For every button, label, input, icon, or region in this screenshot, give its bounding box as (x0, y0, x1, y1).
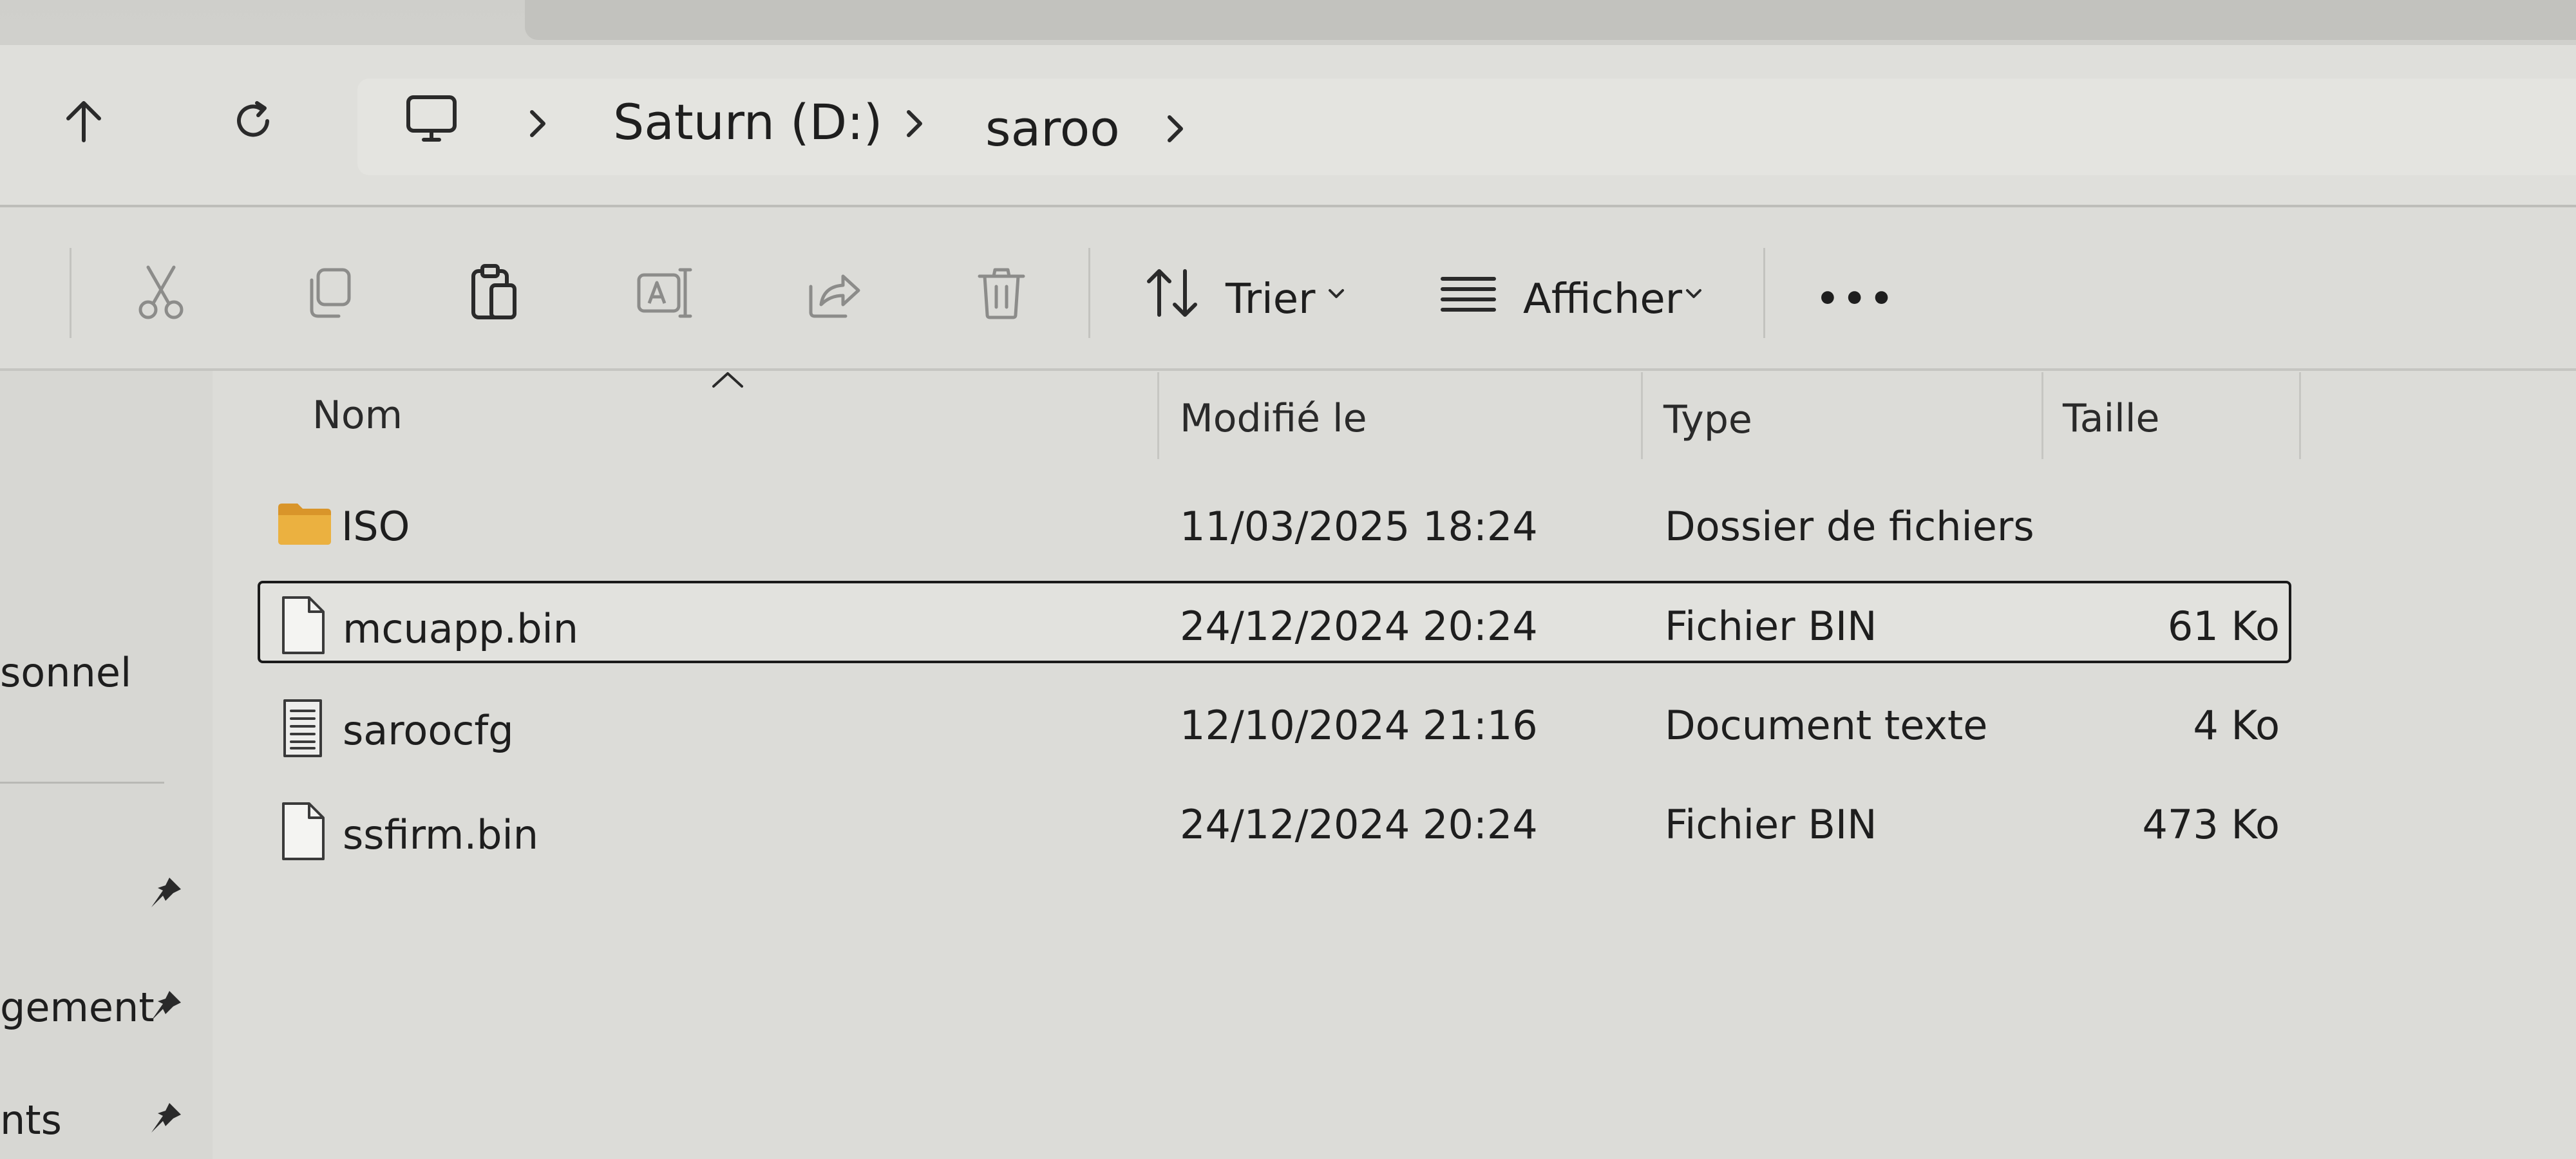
column-header-modified[interactable]: Modifié le (1180, 390, 1367, 448)
toolbar-separator (70, 248, 71, 338)
this-pc-button[interactable] (393, 80, 470, 158)
clipboard-icon (471, 264, 516, 319)
delete-button[interactable] (966, 258, 1037, 328)
file-icon (282, 596, 325, 654)
more-options-button[interactable]: ••• (1816, 270, 1897, 328)
sidebar-divider (0, 782, 164, 784)
pin-icon (143, 1096, 188, 1141)
rename-icon (637, 268, 692, 318)
toolbar-separator (1088, 248, 1090, 338)
sidebar-item-downloads[interactable]: gement (0, 982, 155, 1033)
view-icon-wrap[interactable] (1433, 258, 1504, 328)
file-modified: 24/12/2024 20:24 (1180, 603, 1538, 650)
file-modified: 11/03/2025 18:24 (1180, 503, 1538, 550)
navigation-pane (0, 371, 213, 1159)
pin-icon (143, 871, 188, 916)
breadcrumb-item-folder[interactable]: saroo (985, 97, 1120, 161)
paste-button[interactable] (459, 258, 529, 328)
sidebar-item-documents[interactable]: nts (0, 1095, 62, 1146)
pin-icon (143, 984, 188, 1029)
file-type: Document texte (1665, 702, 1988, 749)
breadcrumb-chevron-icon[interactable] (515, 98, 560, 149)
up-button[interactable] (45, 82, 122, 160)
monitor-icon (406, 95, 457, 142)
folder-icon (278, 504, 331, 545)
file-name[interactable]: ssfirm.bin (343, 806, 538, 864)
column-separator[interactable] (1157, 372, 1159, 459)
refresh-button[interactable] (214, 82, 292, 160)
text-document-icon (283, 699, 322, 757)
refresh-icon (237, 101, 269, 137)
file-size: 4 Ko (2193, 702, 2280, 749)
file-explorer-window: Saturn (D:) saroo Trier Afficher ••• son… (0, 0, 2576, 1159)
file-icon (282, 802, 325, 860)
column-header-size[interactable]: Taille (2063, 390, 2159, 448)
chevron-down-icon[interactable] (1317, 258, 1356, 328)
share-icon (809, 274, 860, 318)
copy-button[interactable] (293, 258, 364, 328)
list-view-icon (1441, 277, 1496, 312)
scissors-icon (138, 265, 184, 319)
file-name[interactable]: mcuapp.bin (343, 600, 578, 658)
file-modified: 24/12/2024 20:24 (1180, 801, 1538, 848)
file-size: 473 Ko (2142, 801, 2280, 848)
arrow-up-icon (66, 101, 101, 142)
column-header-type[interactable]: Type (1663, 391, 1752, 449)
file-size: 61 Ko (2167, 603, 2280, 650)
column-separator[interactable] (2041, 372, 2043, 459)
breadcrumb-chevron-icon[interactable] (1153, 103, 1198, 155)
rename-button[interactable] (628, 258, 699, 328)
file-name[interactable]: ISO (341, 498, 410, 556)
chevron-down-icon[interactable] (1674, 258, 1713, 328)
trash-icon (978, 268, 1025, 319)
breadcrumb-chevron-icon[interactable] (892, 98, 937, 149)
file-modified: 12/10/2024 21:16 (1180, 702, 1538, 749)
column-separator[interactable] (2299, 372, 2301, 459)
column-separator[interactable] (1641, 372, 1643, 459)
sort-ascending-icon (712, 372, 743, 388)
sidebar-item-personal[interactable]: sonnel (0, 647, 131, 699)
column-header-name[interactable]: Nom (312, 386, 402, 444)
cut-button[interactable] (126, 258, 196, 328)
breadcrumb-item-drive[interactable]: Saturn (D:) (613, 90, 882, 155)
tab-strip (525, 0, 2576, 40)
file-type: Fichier BIN (1665, 801, 1877, 848)
copy-icon (310, 268, 351, 318)
sort-button[interactable]: Trier (1226, 270, 1315, 328)
toolbar-separator (1763, 248, 1765, 338)
sort-icon (1147, 269, 1197, 317)
share-button[interactable] (799, 258, 869, 328)
view-button[interactable]: Afficher (1523, 270, 1682, 328)
file-type: Dossier de fichiers (1665, 503, 2034, 550)
sort-icon-wrap[interactable] (1137, 258, 1208, 328)
file-name[interactable]: saroocfg (343, 702, 514, 760)
file-type: Fichier BIN (1665, 603, 1877, 650)
